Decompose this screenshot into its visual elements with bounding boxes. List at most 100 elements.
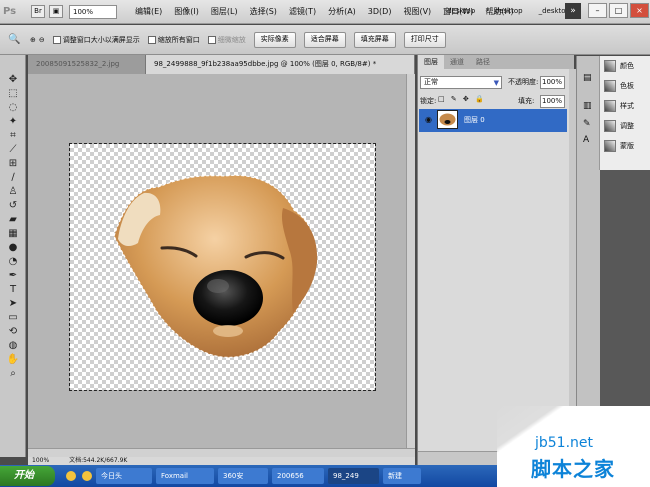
workspace-desktop[interactable]: _desktop (491, 4, 522, 19)
layers-panel: 图层 通道 路径 正常 ▼ 不透明度: 100% 锁定: □ ✎ ✥ 🔒 填充: … (417, 55, 576, 465)
minibridge-icon[interactable]: ▣ (49, 5, 63, 18)
bridge-icon[interactable]: Br (31, 5, 45, 18)
menu-layer[interactable]: 图层(L) (205, 0, 244, 24)
menu-filter[interactable]: 滤镜(T) (283, 0, 322, 24)
taskbar-item[interactable]: 今日头 (96, 468, 152, 484)
dodge-tool-icon[interactable]: ◔ (5, 255, 21, 268)
blend-mode-select[interactable]: 正常 ▼ (420, 76, 502, 89)
hand-tool-icon[interactable]: ✋ (5, 353, 21, 366)
close-button[interactable]: × (630, 3, 649, 18)
resize-windows-checkbox[interactable]: 调整窗口大小以满屏显示 (52, 35, 140, 45)
taskbar-item[interactable]: 200656 (272, 468, 324, 484)
shape-tool-icon[interactable]: ▭ (5, 311, 21, 324)
masks-icon (604, 140, 616, 152)
zoom-tool-icon[interactable]: 🔍 (8, 31, 30, 49)
menu-view[interactable]: 视图(V) (397, 0, 437, 24)
photoshop-logo: Ps (3, 5, 17, 17)
color-panel[interactable]: 颜色 (600, 56, 650, 76)
fit-screen-button[interactable]: 适合屏幕 (303, 31, 346, 48)
lock-fill-row: 锁定: □ ✎ ✥ 🔒 填充: 100% (420, 95, 568, 109)
pen-tool-icon[interactable]: ✒ (5, 269, 21, 282)
menu-3d[interactable]: 3D(D) (362, 0, 398, 24)
eyedropper-tool-icon[interactable]: ⟋ (5, 143, 21, 156)
character-panel-icon[interactable]: A (583, 134, 595, 146)
taskbar-item[interactable]: Foxmail (156, 468, 214, 484)
quick-launch-icon[interactable] (82, 471, 92, 481)
workspace-desktop[interactable]: _desktop (444, 4, 475, 19)
healing-brush-icon[interactable]: ⊞ (5, 157, 21, 170)
menu-image[interactable]: 图像(I) (168, 0, 205, 24)
menu-select[interactable]: 选择(S) (244, 0, 283, 24)
scrubby-zoom-checkbox[interactable]: 细微缩放 (207, 35, 246, 45)
layer-row[interactable]: ◉ 图层 0 (419, 109, 567, 132)
opacity-label: 不透明度: (508, 78, 539, 86)
taskbar-item-active[interactable]: 98_249 (328, 468, 379, 484)
horizontal-scrollbar[interactable] (28, 448, 415, 457)
3d-orbit-icon[interactable]: ◍ (5, 339, 21, 352)
vertical-scrollbar[interactable] (406, 74, 415, 448)
taskbar-item[interactable]: 360安 (218, 468, 268, 484)
brush-panel-icon[interactable]: ✎ (583, 118, 595, 130)
taskbar-item[interactable]: 新建 (383, 468, 421, 484)
eye-icon[interactable]: ◉ (425, 115, 432, 124)
actual-pixels-button[interactable]: 实际像素 (253, 31, 296, 48)
fill-screen-button[interactable]: 填充屏幕 (353, 31, 396, 48)
eraser-tool-icon[interactable]: ▰ (5, 213, 21, 226)
move-tool-icon[interactable]: ✥ (5, 73, 21, 86)
zoom-level[interactable]: 100% (69, 4, 117, 19)
styles-panel[interactable]: 样式 (600, 96, 650, 116)
document-tab-first[interactable]: 20085091525832_2.jpg (28, 55, 146, 74)
layer-name: 图层 0 (464, 116, 485, 124)
3d-rotate-icon[interactable]: ⟲ (5, 325, 21, 338)
type-tool-icon[interactable]: T (5, 283, 21, 296)
layer-thumbnail (437, 110, 458, 129)
masks-panel[interactable]: 蒙版 (600, 136, 650, 156)
toolbox: ✥ ⬚ ◌ ✦ ⌗ ⟋ ⊞ ∕ ♙ ↺ ▰ ▦ ● ◔ ✒ T ➤ ▭ ⟲ ◍ … (0, 55, 26, 487)
swatches-panel[interactable]: 色板 (600, 76, 650, 96)
tab-layers[interactable]: 图层 (418, 55, 444, 69)
panel-scrollbar[interactable] (569, 69, 576, 439)
menu-analysis[interactable]: 分析(A) (322, 0, 362, 24)
zoom-all-checkbox[interactable]: 缩放所有窗口 (147, 35, 200, 45)
document-canvas[interactable] (69, 143, 376, 391)
clone-stamp-icon[interactable]: ♙ (5, 185, 21, 198)
tab-channels[interactable]: 通道 (444, 55, 470, 69)
quick-launch-icon[interactable] (66, 471, 76, 481)
path-select-icon[interactable]: ➤ (5, 297, 21, 310)
history-panel-icon[interactable]: ▤ (583, 72, 595, 84)
history-brush-icon[interactable]: ↺ (5, 199, 21, 212)
quick-launch (66, 471, 92, 481)
menu-edit[interactable]: 编辑(E) (129, 0, 168, 24)
zoom-in-icon[interactable]: ⊕ (30, 36, 36, 44)
lock-icons[interactable]: □ ✎ ✥ 🔒 (438, 95, 486, 103)
print-size-button[interactable]: 打印尺寸 (403, 31, 446, 48)
brush-tool-icon[interactable]: ∕ (5, 171, 21, 184)
marquee-tool-icon[interactable]: ⬚ (5, 87, 21, 100)
zoom-tool-icon[interactable]: ⌕ (5, 367, 21, 380)
blur-tool-icon[interactable]: ● (5, 241, 21, 254)
document-tab-active[interactable]: 98_2499888_9f1b238aa95dbbe.jpg @ 100% (图… (146, 55, 415, 74)
dog-image (113, 174, 318, 358)
lasso-tool-icon[interactable]: ◌ (5, 101, 21, 114)
checkbox-icon (147, 35, 156, 44)
workspace-expand-icon[interactable]: » (565, 3, 581, 19)
fill-input[interactable]: 100% (540, 95, 565, 108)
adjustment-panel-icon[interactable]: ▥ (583, 100, 595, 112)
start-button[interactable]: 开始 (0, 466, 55, 486)
color-icon (604, 60, 616, 72)
opacity-input[interactable]: 100% (540, 76, 565, 89)
menu-quick-icons: Br ▣ (31, 5, 63, 18)
minimize-button[interactable]: – (588, 3, 607, 18)
canvas-area (28, 74, 415, 457)
magic-wand-tool-icon[interactable]: ✦ (5, 115, 21, 128)
adjustments-panel[interactable]: 调整 (600, 116, 650, 136)
crop-tool-icon[interactable]: ⌗ (5, 129, 21, 142)
restore-button[interactable]: □ (609, 3, 628, 18)
menu-bar: Ps Br ▣ 100% 编辑(E) 图像(I) 图层(L) 选择(S) 滤镜(… (0, 0, 650, 24)
photoshop-window: Ps Br ▣ 100% 编辑(E) 图像(I) 图层(L) 选择(S) 滤镜(… (0, 0, 650, 487)
tab-paths[interactable]: 路径 (470, 55, 496, 69)
zoom-out-icon[interactable]: ⊖ (39, 36, 45, 44)
watermark: jb51.net 脚本之家 (497, 406, 650, 487)
gradient-tool-icon[interactable]: ▦ (5, 227, 21, 240)
document-tabs: 20085091525832_2.jpg 98_2499888_9f1b238a… (28, 55, 415, 74)
